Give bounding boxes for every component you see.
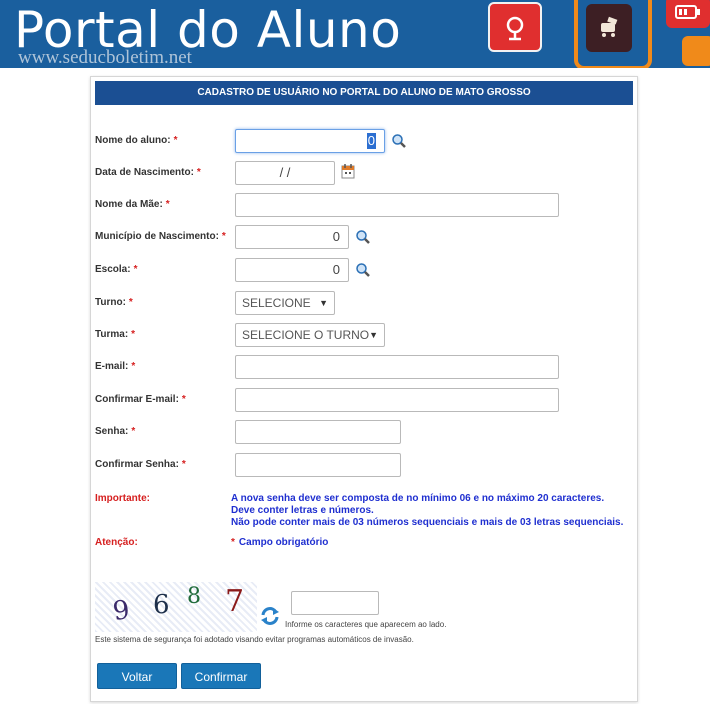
registration-form: CADASTRO DE USUÁRIO NO PORTAL DO ALUNO D… [90,76,638,702]
label-municipio: Município de Nascimento: [95,231,219,242]
required-mark: * [128,297,133,308]
row-data-nascimento: Data de Nascimento: * / / [91,161,637,187]
required-mark: * [131,329,136,340]
nome-mae-input[interactable] [235,193,559,217]
row-nome-aluno: Nome do aluno: * 0 [91,129,637,155]
search-icon[interactable] [355,229,371,245]
password-rule: A nova senha deve ser composta de no mín… [231,493,605,504]
turma-select[interactable]: SELECIONE O TURNO ▼ [235,323,385,347]
banner-url-watermark: www.seducboletim.net [18,47,192,68]
required-mark: * [173,135,178,146]
chevron-down-icon: ▼ [319,298,328,308]
app-tile-orange [682,36,710,66]
nome-aluno-value: 0 [366,133,376,149]
required-note-text: Campo obrigatório [238,537,329,548]
battery-icon [666,0,710,28]
required-mark: * [131,361,136,372]
label-confirmar-email: Confirmar E-mail: [95,394,179,405]
row-turno: Turno: * SELECIONE ▼ [91,291,637,317]
turma-selected: SELECIONE O TURNO [242,328,370,342]
senha-input[interactable] [235,420,401,444]
required-mark: * [131,426,136,437]
captcha-char: 7 [225,584,245,619]
security-note: Este sistema de segurança foi adotado vi… [95,635,414,644]
label-turma: Turma: [95,329,129,340]
back-button[interactable]: Voltar [97,663,177,689]
search-icon[interactable] [355,262,371,278]
municipio-input[interactable]: 0 [235,225,349,249]
captcha-char: 6 [153,590,170,620]
label-turno: Turno: [95,297,126,308]
confirm-button[interactable]: Confirmar [181,663,261,689]
form-header: CADASTRO DE USUÁRIO NO PORTAL DO ALUNO D… [95,81,633,105]
data-nascimento-input[interactable]: / / [235,161,335,185]
row-escola: Escola: * 0 [91,258,637,284]
captcha-hint: Informe os caracteres que aparecem ao la… [285,620,447,629]
row-municipio: Município de Nascimento: * 0 [91,225,637,251]
captcha-char: 8 [187,584,201,609]
password-rules: A nova senha deve ser composta de no mín… [231,493,623,529]
label-data-nascimento: Data de Nascimento: [95,167,194,178]
importante-label: Importante: [95,493,150,504]
confirmar-email-input[interactable] [235,388,559,412]
required-mark: * [196,167,201,178]
turno-selected: SELECIONE [242,296,311,310]
label-senha: Senha: [95,426,129,437]
label-confirmar-senha: Confirmar Senha: [95,459,179,470]
label-email: E-mail: [95,361,129,372]
captcha-char: 9 [110,594,132,628]
label-escola: Escola: [95,264,131,275]
row-nome-mae: Nome da Mãe: * [91,193,637,219]
label-nome-aluno: Nome do aluno: [95,135,171,146]
atencao-label: Atenção: [95,537,138,548]
password-rule: Deve conter letras e números. [231,505,374,516]
nome-aluno-input[interactable]: 0 [235,129,385,153]
required-mark: * [221,231,226,242]
portal-banner: Portal do Aluno www.seducboletim.net [0,0,710,68]
label-nome-mae: Nome da Mãe: [95,199,163,210]
email-input[interactable] [235,355,559,379]
search-icon[interactable] [391,133,407,149]
captcha-image: 9 6 8 7 [95,582,257,632]
row-confirmar-senha: Confirmar Senha: * [91,453,637,479]
required-note: * Campo obrigatório [231,537,328,549]
row-confirmar-email: Confirmar E-mail: * [91,388,637,414]
required-mark: * [133,264,138,275]
password-rule: Não pode conter mais de 03 números seque… [231,517,624,528]
row-senha: Senha: * [91,420,637,446]
refresh-icon[interactable] [259,605,281,627]
required-mark: * [165,199,170,210]
row-turma: Turma: * SELECIONE O TURNO ▼ [91,323,637,349]
turno-select[interactable]: SELECIONE ▼ [235,291,335,315]
required-mark: * [231,537,235,548]
calendar-icon[interactable] [341,163,355,179]
captcha-input[interactable] [291,591,379,615]
row-email: E-mail: * [91,355,637,381]
confirmar-senha-input[interactable] [235,453,401,477]
required-mark: * [181,394,186,405]
required-mark: * [181,459,186,470]
escola-input[interactable]: 0 [235,258,349,282]
cart-icon [586,4,632,52]
chevron-down-icon: ▼ [369,330,378,340]
satellite-icon [488,2,542,52]
